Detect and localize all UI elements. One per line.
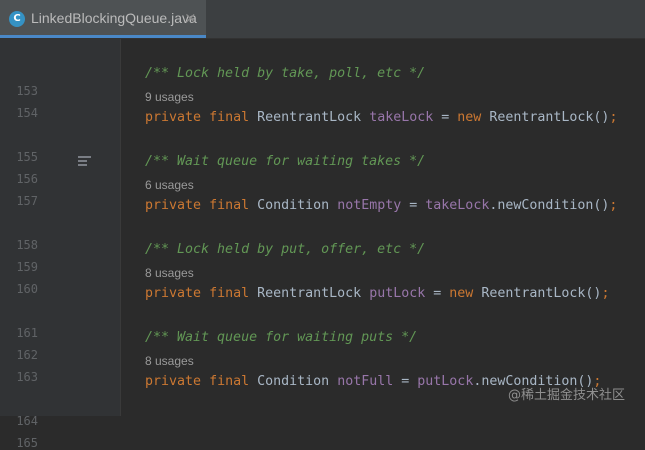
keyword: private [145, 374, 202, 389]
semicolon: ; [601, 286, 610, 301]
javadoc-comment: /** Wait queue for waiting takes */ [145, 154, 426, 169]
field-name: notEmpty [337, 198, 402, 213]
close-icon[interactable]: × [184, 9, 197, 27]
usages-hint[interactable]: 8 usages [145, 266, 194, 280]
keyword: private [145, 286, 202, 301]
line-number-gutter[interactable]: 153 154 155 156 157 158 159 160 161 162 … [0, 39, 120, 450]
line-number: 162 [16, 348, 38, 362]
usages-hint[interactable]: 6 usages [145, 178, 194, 192]
line-number: 161 [16, 326, 38, 340]
line-number: 157 [16, 194, 38, 208]
line-number: 154 [16, 106, 38, 120]
field-reference: putLock [417, 374, 474, 389]
keyword: final [209, 198, 250, 213]
javadoc-comment: /** Lock held by take, poll, etc */ [145, 66, 426, 81]
operator: = [401, 374, 410, 389]
field-name: takeLock [369, 110, 434, 125]
keyword: new [449, 286, 474, 301]
line-number: 159 [16, 260, 38, 274]
constructor-call: ReentrantLock() [489, 110, 610, 125]
keyword: private [145, 110, 202, 125]
operator: = [433, 286, 442, 301]
keyword: final [209, 110, 250, 125]
code-line: private final ReentrantLock putLock = ne… [145, 286, 609, 301]
fold-divider [120, 39, 121, 416]
line-number: 158 [16, 238, 38, 252]
keyword: final [209, 286, 250, 301]
constructor-call: ReentrantLock() [481, 286, 602, 301]
field-reference: takeLock [425, 198, 490, 213]
code-line: private final ReentrantLock takeLock = n… [145, 110, 617, 125]
line-number: 156 [16, 172, 38, 186]
field-name: putLock [369, 286, 426, 301]
type-name: ReentrantLock [257, 110, 362, 125]
type-name: Condition [257, 198, 330, 213]
semicolon: ; [609, 110, 618, 125]
type-name: ReentrantLock [257, 286, 362, 301]
keyword: private [145, 198, 202, 213]
line-number: 153 [16, 84, 38, 98]
line-number: 155 [16, 150, 38, 164]
type-name: Condition [257, 374, 330, 389]
line-number: 164 [16, 414, 38, 428]
watermark: @稀土掘金技术社区 [508, 388, 626, 403]
keyword: new [457, 110, 482, 125]
method-call: .newCondition() [489, 198, 610, 213]
editor-tab-bar: C LinkedBlockingQueue.java × [0, 0, 645, 39]
keyword: final [209, 374, 250, 389]
operator: = [409, 198, 418, 213]
line-number: 160 [16, 282, 38, 296]
usages-hint[interactable]: 9 usages [145, 90, 194, 104]
usages-hint[interactable]: 8 usages [145, 354, 194, 368]
render-doc-icon[interactable] [78, 156, 91, 168]
java-class-icon: C [9, 11, 25, 27]
semicolon: ; [609, 198, 618, 213]
code-line: private final Condition notEmpty = takeL… [145, 198, 617, 213]
line-number: 163 [16, 370, 38, 384]
field-name: notFull [337, 374, 394, 389]
operator: = [441, 110, 450, 125]
tab-filename: LinkedBlockingQueue.java [31, 10, 197, 26]
tab-linkedblockingqueue[interactable]: C LinkedBlockingQueue.java × [0, 0, 206, 38]
javadoc-comment: /** Lock held by put, offer, etc */ [145, 242, 426, 257]
javadoc-comment: /** Wait queue for waiting puts */ [145, 330, 418, 345]
line-number: 165 [16, 436, 38, 450]
